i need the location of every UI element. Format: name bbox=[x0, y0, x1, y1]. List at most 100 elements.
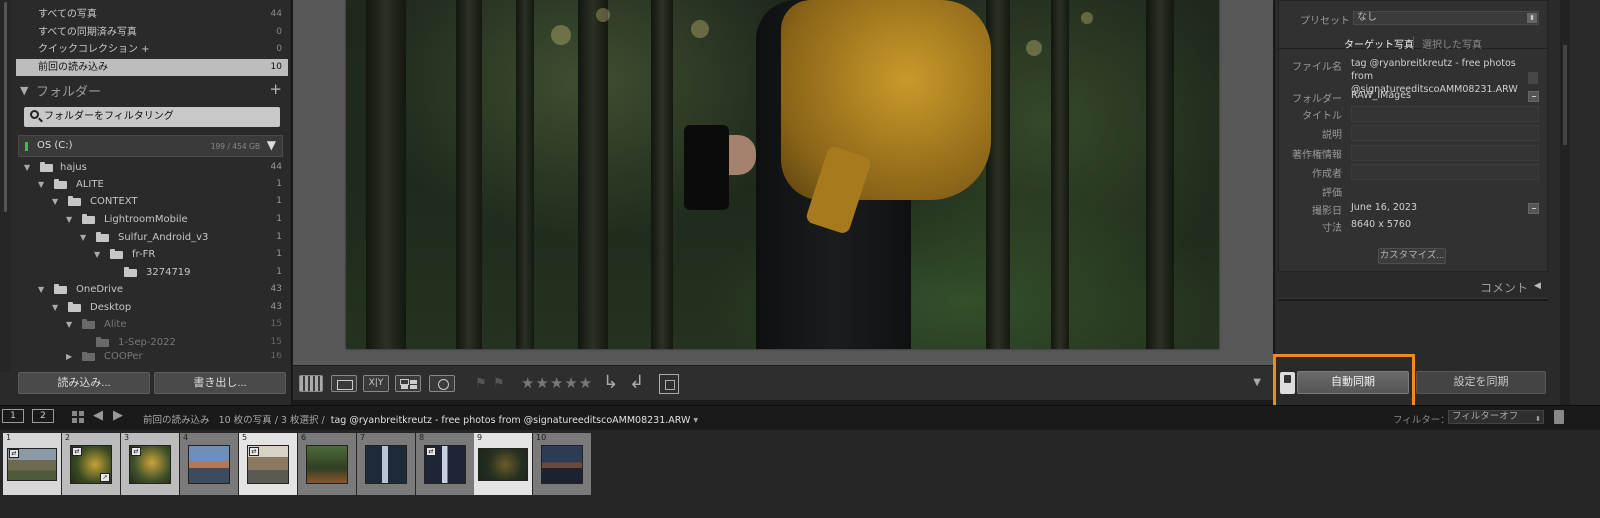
volume-dropdown-icon[interactable]: ▼ bbox=[267, 138, 276, 152]
left-panel-scroll-thumb[interactable] bbox=[4, 2, 7, 212]
caption-label: 説明 bbox=[1322, 130, 1342, 141]
disclosure-triangle-icon[interactable]: ▼ bbox=[52, 299, 58, 316]
tab-target-photo[interactable]: ターゲット写真 bbox=[1344, 36, 1414, 51]
folder-row[interactable]: ▼ fr-FR 1 bbox=[16, 246, 288, 264]
survey-view-icon[interactable] bbox=[395, 375, 421, 392]
folder-filter-input[interactable]: フォルダーをフィルタリング bbox=[24, 107, 280, 127]
disclosure-triangle-icon[interactable]: ▼ bbox=[66, 211, 72, 228]
collapse-triangle-icon[interactable]: ▼ bbox=[20, 84, 28, 97]
people-view-icon[interactable] bbox=[429, 375, 455, 392]
volume-header[interactable]: OS (C:) 199 / 454 GB ▼ bbox=[18, 135, 283, 157]
compare-view-button[interactable]: X|Y bbox=[363, 375, 389, 392]
primary-display-button[interactable]: 1 bbox=[2, 409, 24, 423]
filter-value: フィルターオフ bbox=[1452, 411, 1519, 422]
filmstrip-thumbnail[interactable]: 2 ⇄ ↗ bbox=[62, 433, 120, 495]
catalog-item-quick-collection[interactable]: クイックコレクション + 0 bbox=[16, 41, 288, 58]
disclosure-triangle-icon[interactable]: ▼ bbox=[94, 246, 100, 263]
folder-row[interactable]: ▼ Desktop 43 bbox=[16, 299, 288, 317]
disclosure-triangle-icon[interactable]: ▼ bbox=[24, 159, 30, 176]
disclosure-triangle-icon[interactable]: ▼ bbox=[80, 229, 86, 246]
folder-name: 3274719 bbox=[146, 267, 191, 278]
preset-select[interactable]: なし ⬍ bbox=[1353, 11, 1539, 25]
photo-detail bbox=[781, 0, 991, 200]
filmstrip-thumbnail[interactable]: 3 ⇄ bbox=[121, 433, 179, 495]
customize-button[interactable]: カスタマイズ... bbox=[1378, 248, 1446, 264]
right-panel-scroll-thumb[interactable] bbox=[1563, 45, 1567, 145]
go-to-folder-icon[interactable] bbox=[1528, 91, 1539, 102]
import-button[interactable]: 読み込み... bbox=[18, 372, 150, 394]
crop-overlay-icon[interactable] bbox=[659, 374, 679, 394]
photo-detail bbox=[516, 0, 534, 349]
folder-count: 1 bbox=[276, 196, 282, 206]
grid-icon[interactable] bbox=[72, 411, 84, 423]
filmstrip-thumbnail[interactable]: 5 ⇄ bbox=[239, 433, 297, 495]
folder-name: hajus bbox=[60, 162, 87, 173]
filmstrip-thumbnail[interactable]: 4 bbox=[180, 433, 238, 495]
folder-filter-placeholder: フォルダーをフィルタリング bbox=[44, 111, 174, 122]
folder-row[interactable]: ▼ LightroomMobile 1 bbox=[16, 211, 288, 229]
filmstrip-source-path[interactable]: 前回の読み込み 10 枚の写真 / 3 枚選択 / tag @ryanbreit… bbox=[143, 412, 698, 426]
main-photo[interactable] bbox=[346, 0, 1219, 349]
sync-settings-button[interactable]: 設定を同期 bbox=[1416, 371, 1546, 394]
folder-row-missing[interactable]: ▶ COOPer 16 bbox=[16, 352, 288, 362]
filter-label: フィルター： bbox=[1393, 415, 1450, 426]
filmstrip-thumbnail[interactable]: 1 ⇄ bbox=[3, 433, 61, 495]
loupe-view-icon[interactable] bbox=[331, 375, 357, 392]
grid-view-icon[interactable] bbox=[299, 375, 323, 392]
caption-input[interactable] bbox=[1351, 125, 1539, 141]
catalog-item-previous-import[interactable]: 前回の読み込み 10 bbox=[16, 59, 288, 76]
filter-select[interactable]: フィルターオフ ⬍ bbox=[1448, 410, 1544, 424]
folder-name: ALITE bbox=[76, 179, 104, 190]
back-arrow-icon[interactable]: ◀ bbox=[93, 408, 103, 423]
folder-row[interactable]: ▼ Sulfur_Android_v3 1 bbox=[16, 229, 288, 247]
pick-flag-icon[interactable]: ⚑ bbox=[475, 376, 487, 391]
forward-arrow-icon[interactable]: ▶ bbox=[113, 408, 123, 423]
sync-badge-icon: ⇄ bbox=[426, 447, 436, 456]
title-input[interactable] bbox=[1351, 106, 1539, 122]
catalog-item-synced-photos[interactable]: すべての同期済み写真 0 bbox=[16, 24, 288, 41]
filter-lock-icon[interactable] bbox=[1554, 410, 1564, 424]
expand-triangle-icon[interactable]: ◀ bbox=[1534, 281, 1541, 291]
toolbar-options-dropdown-icon[interactable]: ▼ bbox=[1253, 377, 1261, 388]
folder-row-missing[interactable]: ▼ Alite 15 bbox=[16, 316, 288, 334]
reject-flag-icon[interactable]: ⚑ bbox=[493, 376, 505, 391]
source-dropdown-icon[interactable]: ▾ bbox=[693, 415, 698, 426]
folder-row[interactable]: ▼ OneDrive 43 bbox=[16, 281, 288, 299]
sync-badge-icon: ⇄ bbox=[9, 449, 19, 458]
creator-input[interactable] bbox=[1351, 164, 1539, 180]
tab-selected-photos[interactable]: 選択した写真 bbox=[1422, 36, 1482, 51]
disclosure-triangle-icon[interactable]: ▼ bbox=[38, 176, 44, 193]
disclosure-triangle-icon[interactable]: ▶ bbox=[66, 352, 72, 362]
disclosure-triangle-icon[interactable]: ▼ bbox=[38, 281, 44, 298]
folder-row[interactable]: ▼ hajus 44 bbox=[16, 159, 288, 177]
secondary-display-button[interactable]: 2 bbox=[32, 409, 54, 423]
disclosure-triangle-icon[interactable]: ▼ bbox=[52, 193, 58, 210]
dropdown-arrow-icon: ⬍ bbox=[1535, 415, 1541, 423]
folder-icon bbox=[68, 196, 81, 206]
filename-expand-icon[interactable] bbox=[1528, 72, 1538, 84]
filmstrip-thumbnail[interactable]: 6 bbox=[298, 433, 356, 495]
filmstrip-thumbnail[interactable]: 7 bbox=[357, 433, 415, 495]
rotate-left-icon[interactable]: ↳ bbox=[603, 372, 618, 393]
compare-view-label: X|Y bbox=[368, 378, 384, 388]
disclosure-triangle-icon[interactable]: ▼ bbox=[66, 316, 72, 333]
rotate-right-icon[interactable]: ↲ bbox=[629, 372, 644, 393]
copyright-input[interactable] bbox=[1351, 145, 1539, 161]
folder-row-missing[interactable]: 1-Sep-2022 15 bbox=[16, 334, 288, 352]
capture-date-edit-icon[interactable] bbox=[1528, 203, 1539, 214]
folder-row[interactable]: ▼ ALITE 1 bbox=[16, 176, 288, 194]
folder-row[interactable]: ▼ CONTEXT 1 bbox=[16, 193, 288, 211]
comments-panel-title[interactable]: コメント bbox=[1480, 279, 1528, 296]
catalog-item-all-photos[interactable]: すべての写真 44 bbox=[16, 6, 288, 23]
missing-folder-icon bbox=[82, 319, 95, 329]
folders-panel-header[interactable]: ▼ フォルダー + bbox=[16, 80, 288, 100]
star-rating[interactable]: ★★★★★ bbox=[521, 374, 593, 392]
filmstrip-thumbnail[interactable]: 9 bbox=[474, 433, 532, 495]
filmstrip-thumbnail[interactable]: 10 bbox=[533, 433, 591, 495]
export-button[interactable]: 書き出し... bbox=[154, 372, 286, 394]
folder-name: COOPer bbox=[104, 352, 143, 362]
filmstrip-thumbnail[interactable]: 8 ⇄ bbox=[416, 433, 474, 495]
add-folder-button[interactable]: + bbox=[269, 80, 282, 98]
folder-row[interactable]: 3274719 1 bbox=[16, 264, 288, 282]
sync-badge-icon: ⇄ bbox=[72, 447, 82, 456]
